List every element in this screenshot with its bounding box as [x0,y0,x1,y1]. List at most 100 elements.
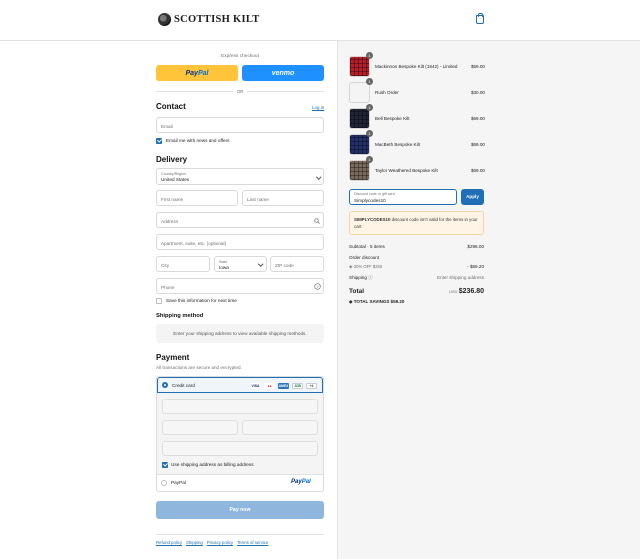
savings-row: ◈ TOTAL SAVINGS $59.20 [349,299,484,305]
address-field[interactable]: Address [156,212,324,228]
apartment-placeholder: Apartment, suite, etc. (optional) [161,240,227,246]
card-expiry-field[interactable] [162,420,238,435]
paypal-option[interactable]: PayPal PayPal [157,476,323,491]
payment-title: Payment [156,353,190,362]
help-icon[interactable]: ? [314,283,321,290]
brand-logo[interactable]: SCOTTISH KILT [158,13,260,26]
quantity-badge: 1 [366,78,373,85]
phone-field[interactable]: Phone ? [156,278,324,294]
shipping-value: Enter shipping address [437,275,484,280]
mastercard-icon: ●● [264,383,275,389]
item-name: Taylor Weathered Bespoke Kilt [375,168,438,173]
privacy-policy-link[interactable]: Privacy policy [207,540,233,545]
card-number-field[interactable] [162,399,318,414]
last-name-field[interactable]: Last name [242,190,324,206]
svg-text:?: ? [316,284,319,289]
chevron-down-icon [258,261,264,267]
order-discount-row: Order discount [349,255,484,260]
login-link[interactable]: Log in [312,105,324,110]
credit-card-radio[interactable] [162,382,168,388]
item-name: Mackinnon Bespoke Kilt (1842) - Limited [375,64,458,69]
first-name-field[interactable]: First name [156,190,238,206]
save-info-label: Save this information for next time [166,298,237,303]
first-name-placeholder: First name [161,196,184,202]
discount-value: Simplycodes10 [354,198,386,203]
chevron-down-icon [316,174,322,180]
quantity-badge: 1 [366,156,373,163]
info-icon[interactable]: ⓘ [367,275,373,280]
jcb-icon: JCB [292,383,303,389]
phone-placeholder: Phone [161,284,175,290]
order-item: 1 Bell Bespoke Kilt $69.00 [349,104,485,129]
product-thumbnail [349,82,370,103]
site-header: SCOTTISH KILT [0,0,640,41]
order-item: 1 Rush Order $30.00 [349,78,485,103]
item-price: $69.00 [470,116,485,121]
apply-button[interactable]: Apply [461,189,484,205]
footer-links: Refund policy Shipping Privacy policy Te… [156,540,268,545]
item-price: $59.00 [470,64,485,69]
email-field[interactable]: Email [156,117,324,133]
discount-code-field[interactable]: Discount code or gift card Simplycodes10 [349,189,457,205]
discount-warning: SIMPLYCODES10 discount code isn't valid … [349,211,484,235]
newsletter-label: Email me with news and offers [166,138,230,143]
credit-card-option[interactable]: Credit card VISA ●● AMEX JCB +4 [157,377,323,393]
product-thumbnail [349,108,370,129]
product-thumbnail [349,134,370,155]
shipping-row: Shipping ⓘ Enter shipping address [349,275,484,281]
item-price: $30.00 [470,90,485,95]
more-cards-badge: +4 [306,383,317,389]
credit-card-label: Credit card [172,383,195,388]
shipping-link[interactable]: Shipping [186,540,203,545]
address-placeholder: Address [161,218,179,224]
payment-methods: Credit card VISA ●● AMEX JCB +4 Use ship… [156,376,324,492]
city-field[interactable]: City [156,256,210,272]
billing-checkbox[interactable] [162,462,168,468]
subtotal-row: Subtotal · 5 items $296.00 [349,244,484,249]
save-info-checkbox[interactable] [156,298,162,304]
paypal-logo: PayPal [291,479,311,485]
shopping-bag-icon[interactable] [476,13,484,24]
order-item: 1 Mackinnon Bespoke Kilt (1842) - Limite… [349,52,485,77]
paypal-text-a: Pay [185,69,198,77]
paypal-text-b: Pal [197,69,209,77]
paypal-express-button[interactable]: Pay Pal [156,65,238,81]
savings-label: TOTAL SAVINGS [353,299,390,304]
discount-tag-row: ◈ 20% OFF $250 - $59.20 [349,264,484,270]
discount-amount: - $59.20 [467,264,484,269]
email-placeholder: Email [161,123,173,129]
billing-label: Use shipping address as billing address [171,462,254,467]
pay-now-button[interactable]: Pay now [156,501,324,519]
paypal-radio[interactable] [161,480,167,486]
currency: USD [448,289,458,294]
item-name: MacBeth Bespoke Kilt [375,142,420,147]
terms-link[interactable]: Terms of service [237,540,268,545]
or-divider: OR [156,88,325,94]
search-icon [314,218,320,224]
venmo-express-button[interactable]: venmo [242,65,324,81]
item-price: $69.00 [470,168,485,173]
total-row: Total USD $236.80 [349,288,484,295]
card-cvv-field[interactable] [242,420,318,435]
venmo-text: venmo [271,69,295,77]
refund-policy-link[interactable]: Refund policy [156,540,182,545]
apartment-field[interactable]: Apartment, suite, etc. (optional) [156,234,324,250]
country-label: Country/Region [161,172,186,176]
shipping-label: Shipping [349,275,367,280]
quantity-badge: 1 [366,104,373,111]
card-name-field[interactable] [162,441,318,456]
shipping-method-title: Shipping method [156,313,204,319]
savings-value: $59.20 [390,299,405,304]
discount-tag: 20% OFF $250 [353,264,383,269]
country-select[interactable]: Country/Region United States [156,168,324,185]
product-thumbnail [349,56,370,77]
zip-placeholder: ZIP code [275,262,294,268]
state-select[interactable]: State Iowa [214,256,267,272]
total-label: Total [349,288,365,295]
item-name: Bell Bespoke Kilt [375,116,410,121]
last-name-placeholder: Last name [247,196,269,202]
zip-field[interactable]: ZIP code [270,256,324,272]
subtotal-label: Subtotal · 5 items [349,244,385,249]
warning-code: SIMPLYCODES10 [354,217,391,222]
newsletter-checkbox[interactable] [156,138,162,144]
